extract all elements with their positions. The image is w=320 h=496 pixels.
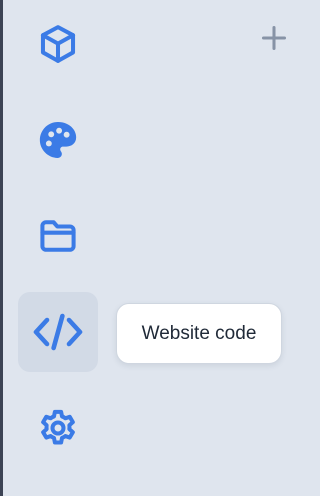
sidebar-item-cube[interactable]	[18, 4, 98, 84]
tooltip-label: Website code	[141, 322, 257, 344]
sidebar-item-palette[interactable]	[18, 100, 98, 180]
plus-icon	[261, 25, 287, 51]
palette-icon	[39, 122, 77, 158]
tooltip: Website code	[116, 303, 282, 364]
window-left-border	[0, 0, 3, 496]
code-icon	[33, 313, 83, 351]
gear-icon	[41, 409, 75, 445]
sidebar-item-code[interactable]	[18, 292, 98, 372]
add-button[interactable]	[258, 22, 290, 54]
sidebar-item-folder[interactable]	[18, 196, 98, 276]
sidebar-item-settings[interactable]	[18, 388, 98, 468]
folder-icon	[40, 220, 76, 252]
cube-icon	[40, 25, 76, 63]
